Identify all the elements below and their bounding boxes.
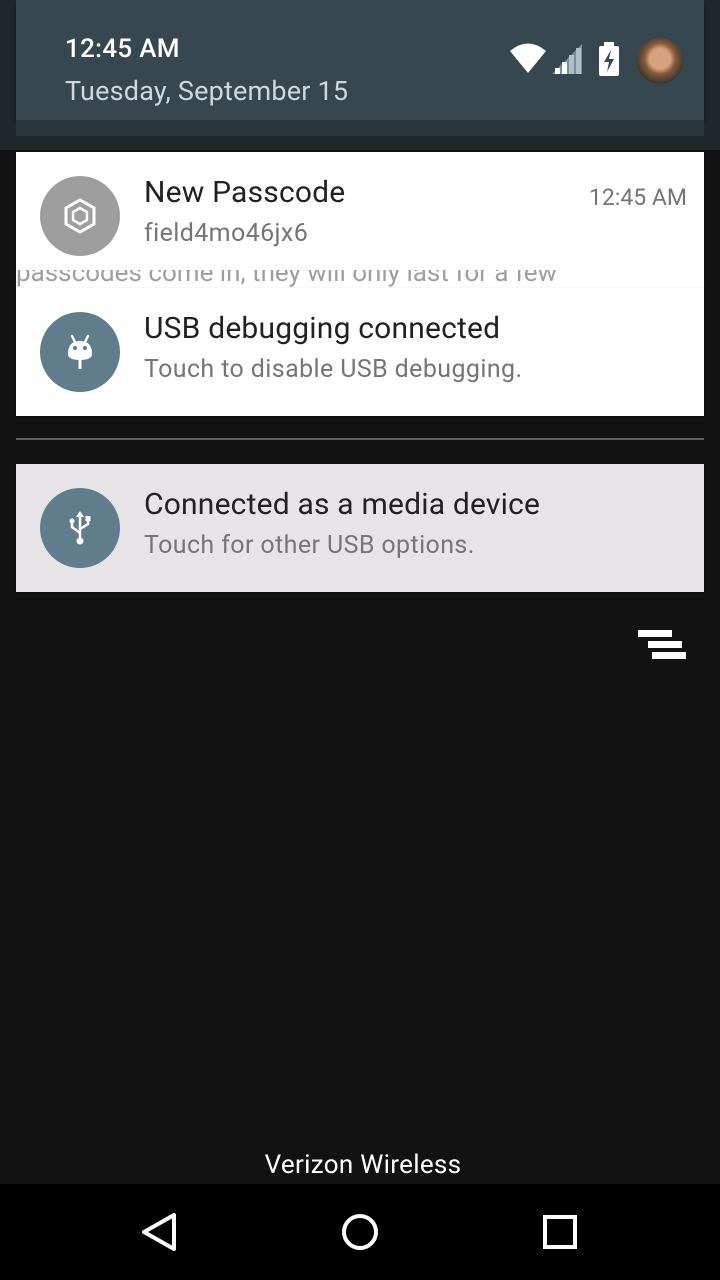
recents-icon[interactable]	[536, 1208, 584, 1256]
header-shadow	[16, 120, 704, 136]
notification-text: field4mo46jx6	[144, 219, 309, 248]
notification-shade: 12:45 AM Tuesday, September 15 New Passc…	[0, 0, 720, 1280]
notification-media-device[interactable]: Connected as a media device Touch for ot…	[16, 464, 704, 592]
cell-signal-icon	[552, 42, 584, 78]
wifi-icon	[510, 42, 546, 78]
battery-charging-icon	[598, 42, 620, 80]
clear-all-icon[interactable]	[630, 624, 694, 672]
usb-icon	[40, 488, 120, 568]
notification-new-passcode[interactable]: New Passcode field4mo46jx6 12:45 AM	[16, 152, 704, 280]
passcode-app-icon	[40, 176, 120, 256]
carrier-label: Verizon Wireless	[264, 1150, 462, 1180]
section-divider	[16, 438, 704, 440]
date[interactable]: Tuesday, September 15	[65, 75, 348, 107]
notification-title: USB debugging connected	[144, 311, 501, 346]
notification-text: Touch to disable USB debugging.	[144, 355, 523, 384]
background-app-text: passcodes come in, they will only last f…	[16, 270, 704, 288]
home-icon[interactable]	[336, 1208, 384, 1256]
notification-title: Connected as a media device	[144, 487, 541, 522]
notification-title: New Passcode	[144, 175, 346, 210]
navigation-bar	[0, 1184, 720, 1280]
back-icon[interactable]	[136, 1208, 184, 1256]
notification-usb-debugging[interactable]: USB debugging connected Touch to disable…	[16, 288, 704, 416]
notification-text: Touch for other USB options.	[144, 531, 475, 560]
user-avatar[interactable]	[637, 38, 683, 84]
clock: 12:45 AM	[65, 34, 180, 64]
notification-time: 12:45 AM	[588, 184, 687, 211]
shade-header[interactable]: 12:45 AM Tuesday, September 15	[16, 0, 704, 120]
android-debug-icon	[40, 312, 120, 392]
